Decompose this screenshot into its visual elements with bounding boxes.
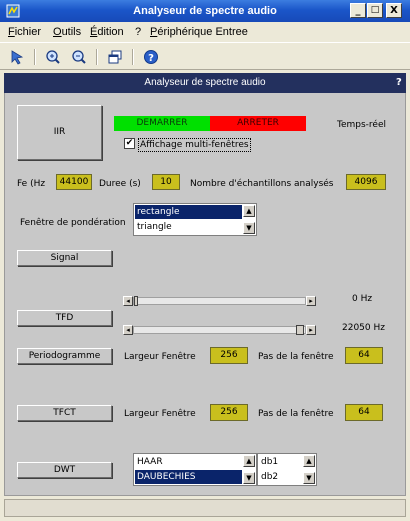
samples-input[interactable]: 4096 <box>346 174 386 190</box>
fe-label: Fe (Hz <box>17 179 46 189</box>
menu-peripherique[interactable]: Périphérique Entree <box>150 25 248 39</box>
high-frequency-slider[interactable]: ◂ ▸ <box>123 325 316 335</box>
low-frequency-value: 0 Hz <box>352 294 373 304</box>
wavelet-order-list[interactable]: db1 db2 ▲ ▼ <box>257 453 317 486</box>
slider-thumb[interactable] <box>296 325 304 335</box>
status-bar <box>4 499 406 517</box>
toolbar-separator <box>132 49 134 65</box>
duree-label: Duree (s) <box>99 179 141 189</box>
arrow-right-icon[interactable]: ▸ <box>306 325 316 335</box>
panel-title: Analyseur de spectre audio <box>4 73 406 93</box>
list-item[interactable]: db2 <box>259 470 302 484</box>
tfct-step-label: Pas de la fenêtre <box>258 409 334 419</box>
window-function-list[interactable]: rectangle triangle ▲ ▼ <box>133 203 257 236</box>
stop-button[interactable]: ARRETER <box>210 116 306 131</box>
periodogramme-step-label: Pas de la fenêtre <box>258 352 334 362</box>
minimize-button[interactable]: _ <box>350 3 366 18</box>
realtime-label: Temps-réel <box>337 120 386 130</box>
zoom-in-icon <box>46 50 60 64</box>
arrow-right-icon[interactable]: ▸ <box>306 296 316 306</box>
arrow-left-icon[interactable]: ◂ <box>123 325 133 335</box>
signal-button[interactable]: Signal <box>17 250 112 266</box>
list-item[interactable]: rectangle <box>135 205 242 219</box>
scroll-up-icon[interactable]: ▲ <box>303 455 315 467</box>
maximize-button[interactable]: □ <box>367 3 383 18</box>
menu-help[interactable]: ? <box>135 25 141 39</box>
multiwindow-checkbox[interactable]: ✔ <box>124 138 135 149</box>
pointer-icon <box>11 50 24 65</box>
fe-input[interactable]: 44100 <box>56 174 92 190</box>
start-button[interactable]: DEMARRER <box>114 116 210 131</box>
periodogramme-width-input[interactable]: 256 <box>210 347 248 364</box>
samples-label: Nombre d'échantillons analysés <box>190 179 334 189</box>
window-title: Analyseur de spectre audio <box>133 5 277 17</box>
periodogramme-button[interactable]: Periodogramme <box>17 348 112 364</box>
svg-text:?: ? <box>148 53 154 64</box>
slider-track <box>133 297 306 305</box>
windows-button[interactable] <box>104 47 126 67</box>
close-button[interactable]: X <box>386 3 402 18</box>
toolbar: ? <box>0 42 410 70</box>
high-frequency-value: 22050 Hz <box>342 323 385 333</box>
scroll-up-icon[interactable]: ▲ <box>243 205 255 217</box>
menu-fichier[interactable]: Fichier <box>8 25 41 39</box>
menu-bar: Fichier Outils Édition ? Périphérique En… <box>0 22 410 42</box>
menu-outils[interactable]: Outils <box>53 25 81 39</box>
list-item[interactable]: DAUBECHIES <box>135 470 242 484</box>
arrow-tool-button[interactable] <box>6 47 28 67</box>
arrow-left-icon[interactable]: ◂ <box>123 296 133 306</box>
multiwindow-label: Affichage multi-fenêtres <box>138 138 251 152</box>
zoom-in-button[interactable] <box>42 47 64 67</box>
toolbar-separator <box>34 49 36 65</box>
list-item[interactable]: triangle <box>135 220 242 234</box>
scroll-up-icon[interactable]: ▲ <box>243 455 255 467</box>
panel-help-icon[interactable]: ? <box>396 73 406 93</box>
scroll-down-icon[interactable]: ▼ <box>243 222 255 234</box>
tfd-button[interactable]: TFD <box>17 310 112 326</box>
zoom-out-button[interactable] <box>68 47 90 67</box>
list-item[interactable]: db1 <box>259 455 302 469</box>
periodogramme-width-label: Largeur Fenêtre <box>124 352 196 362</box>
windows-icon <box>108 50 122 64</box>
periodogramme-step-input[interactable]: 64 <box>345 347 383 364</box>
dwt-button[interactable]: DWT <box>17 462 112 478</box>
low-frequency-slider[interactable]: ◂ ▸ <box>123 296 316 306</box>
slider-thumb[interactable] <box>134 296 138 306</box>
tfct-step-input[interactable]: 64 <box>345 404 383 421</box>
tfct-width-input[interactable]: 256 <box>210 404 248 421</box>
slider-track <box>133 326 306 334</box>
toolbar-separator <box>96 49 98 65</box>
duree-input[interactable]: 10 <box>152 174 180 190</box>
help-button[interactable]: ? <box>140 47 162 67</box>
iir-button[interactable]: IIR <box>17 105 102 160</box>
scroll-down-icon[interactable]: ▼ <box>303 472 315 484</box>
tfct-width-label: Largeur Fenêtre <box>124 409 196 419</box>
menu-edition[interactable]: Édition <box>90 25 124 39</box>
list-item[interactable]: HAAR <box>135 455 242 469</box>
tfct-button[interactable]: TFCT <box>17 405 112 421</box>
wavelet-list[interactable]: HAAR DAUBECHIES ▲ ▼ <box>133 453 257 486</box>
help-icon: ? <box>144 50 158 64</box>
window-function-label: Fenêtre de pondération <box>20 218 126 228</box>
scroll-down-icon[interactable]: ▼ <box>243 472 255 484</box>
zoom-out-icon <box>72 50 86 64</box>
